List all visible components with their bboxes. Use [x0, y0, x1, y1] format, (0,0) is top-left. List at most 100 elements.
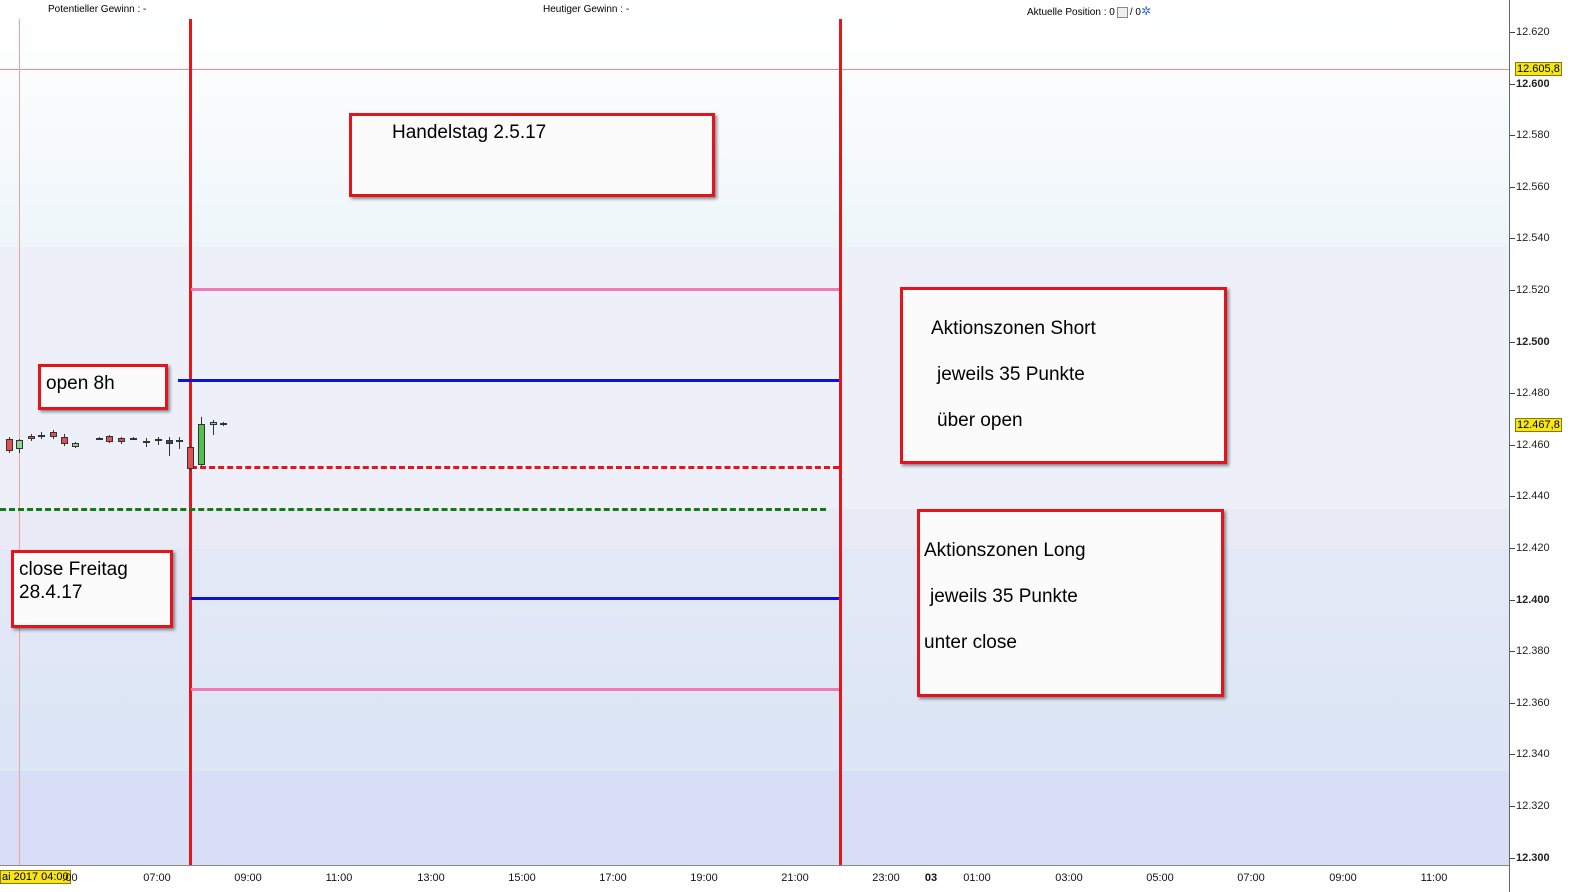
open-text: open 8h — [46, 373, 115, 394]
candle-body — [6, 439, 13, 451]
long-zone-lower-line[interactable] — [191, 688, 839, 691]
crosshair-date-text: ai 2017 04:00 — [2, 871, 69, 883]
time-tick-label: 05:00 — [1146, 872, 1174, 884]
time-tick-label: 23:00 — [872, 872, 900, 884]
candle-body — [50, 432, 57, 437]
price-tick-label: 12.480 — [1516, 387, 1550, 400]
price-tick-mark — [1510, 238, 1515, 240]
long-zone-note[interactable]: Aktionszonen Long jeweils 35 Punkte unte… — [917, 509, 1224, 697]
background-band — [0, 549, 1509, 771]
account-status-bar: Potentieller Gewinn : - Heutiger Gewinn … — [0, 0, 1509, 19]
open-note[interactable]: open 8h — [38, 364, 168, 410]
candle-body — [220, 423, 227, 425]
price-tick-label: 12.400 — [1516, 593, 1550, 606]
long-zone-line[interactable] — [191, 597, 839, 600]
trading-day-end-line[interactable] — [839, 19, 842, 865]
price-tick-label: 12.580 — [1516, 129, 1550, 142]
candle-body — [143, 441, 150, 443]
time-tick-label: 01:00 — [963, 872, 991, 884]
price-tick-label: 12.300 — [1516, 851, 1550, 864]
price-tick-mark — [1510, 754, 1515, 756]
price-axis[interactable]: 12.620 12.600 12.580 12.560 12.540 12.520 12.5… — [1509, 0, 1573, 892]
price-tick-mark — [1510, 393, 1515, 395]
price-tick-mark — [1510, 599, 1515, 601]
price-tick-mark — [1510, 83, 1515, 85]
current-position-label: Aktuelle Position : 0 — [1027, 7, 1115, 18]
candle-body — [106, 436, 113, 442]
current-position: Aktuelle Position : 0 / 0✲ — [1027, 4, 1151, 18]
price-tick-label: 12.560 — [1516, 180, 1550, 193]
price-tick-label: 12.520 — [1516, 284, 1550, 296]
price-tick-label: 12.420 — [1516, 542, 1550, 554]
background-band — [0, 19, 1509, 247]
candle-body — [155, 439, 162, 441]
close-note[interactable]: close Freitag 28.4.17 — [11, 550, 173, 628]
potential-gain-label: Potentieller Gewinn : - — [48, 4, 147, 15]
price-tick-label: 12.460 — [1516, 438, 1550, 451]
background-band — [0, 247, 1509, 509]
time-tick-label: 07:00 — [1237, 872, 1265, 884]
time-tick-label: 09:00 — [1329, 872, 1357, 884]
close-level-dashed-line[interactable] — [0, 508, 826, 511]
short-zone-upper-line[interactable] — [191, 288, 839, 291]
short-zone-reference: über open — [937, 410, 1023, 431]
candle-body — [210, 422, 217, 425]
crosshair-date-badge: ai 2017 04:00 — [0, 870, 71, 884]
long-zone-points: jeweils 35 Punkte — [930, 586, 1078, 607]
time-tick-label: 03 — [924, 872, 938, 884]
short-zone-title: Aktionszonen Short — [931, 318, 1096, 339]
crosshair-price-badge: 12.605,8 — [1515, 62, 1562, 76]
price-tick-mark — [1510, 290, 1515, 291]
price-tick-mark — [1510, 857, 1515, 859]
price-tick-label: 12.360 — [1516, 696, 1550, 709]
time-tick-label: 17:00 — [599, 872, 627, 884]
trading-day-text: Handelstag 2.5.17 — [392, 122, 547, 143]
trading-day-note[interactable]: Handelstag 2.5.17 — [349, 113, 715, 197]
candle-body — [130, 438, 137, 440]
candle-body — [28, 436, 35, 439]
time-tick-label: 03:00 — [1055, 872, 1083, 884]
price-tick-mark — [1510, 444, 1515, 446]
price-tick-mark — [1510, 32, 1515, 33]
candle-body — [61, 437, 68, 444]
short-zone-note[interactable]: Aktionszonen Short jeweils 35 Punkte übe… — [900, 287, 1227, 464]
time-tick-partial: :00 — [62, 872, 78, 884]
open-level-line[interactable] — [178, 379, 839, 382]
settings-box-icon[interactable] — [1116, 6, 1128, 18]
time-tick-label: 11:00 — [325, 872, 353, 884]
price-tick-mark — [1510, 548, 1515, 549]
gear-icon[interactable]: ✲ — [1141, 4, 1151, 18]
close-text-line2: 28.4.17 — [19, 582, 83, 603]
candle-body — [16, 440, 23, 449]
time-axis[interactable]: 07:00 09:00 11:00 13:00 15:00 17:00 19:00 21:00… — [0, 866, 1509, 892]
price-tick-label: 12.380 — [1516, 645, 1550, 658]
candle-body — [187, 447, 194, 469]
candle-body — [176, 440, 183, 442]
time-tick-label: 07:00 — [143, 872, 171, 884]
long-zone-reference: unter close — [924, 632, 1017, 653]
price-tick-mark — [1510, 806, 1515, 807]
price-tick-mark — [1510, 186, 1515, 188]
price-tick-label: 12.600 — [1516, 77, 1550, 90]
time-tick-label: 09:00 — [234, 872, 262, 884]
candle-body — [96, 438, 103, 440]
price-tick-mark — [1510, 135, 1515, 137]
close-text-line1: close Freitag — [19, 559, 128, 580]
candle-body — [72, 443, 79, 447]
background-band — [0, 771, 1509, 865]
long-zone-title: Aktionszonen Long — [924, 540, 1086, 561]
time-tick-label: 21:00 — [781, 872, 809, 884]
price-chart-area[interactable]: Handelstag 2.5.17 open 8h close Freitag … — [0, 19, 1509, 866]
price-tick-label: 12.440 — [1516, 490, 1550, 503]
price-tick-mark — [1510, 651, 1515, 653]
today-gain-label: Heutiger Gewinn : - — [543, 4, 630, 15]
price-tick-label: 12.620 — [1516, 26, 1550, 38]
current-price-dashed-line[interactable] — [191, 466, 839, 469]
last-price-badge: 12.467,8 — [1515, 418, 1562, 432]
current-position-sep: / 0 — [1129, 7, 1141, 18]
candle-body — [166, 440, 173, 444]
candle-wick — [179, 437, 180, 449]
trading-day-start-line[interactable] — [189, 19, 192, 865]
short-zone-points: jeweils 35 Punkte — [937, 364, 1085, 385]
price-tick-mark — [1510, 702, 1515, 704]
